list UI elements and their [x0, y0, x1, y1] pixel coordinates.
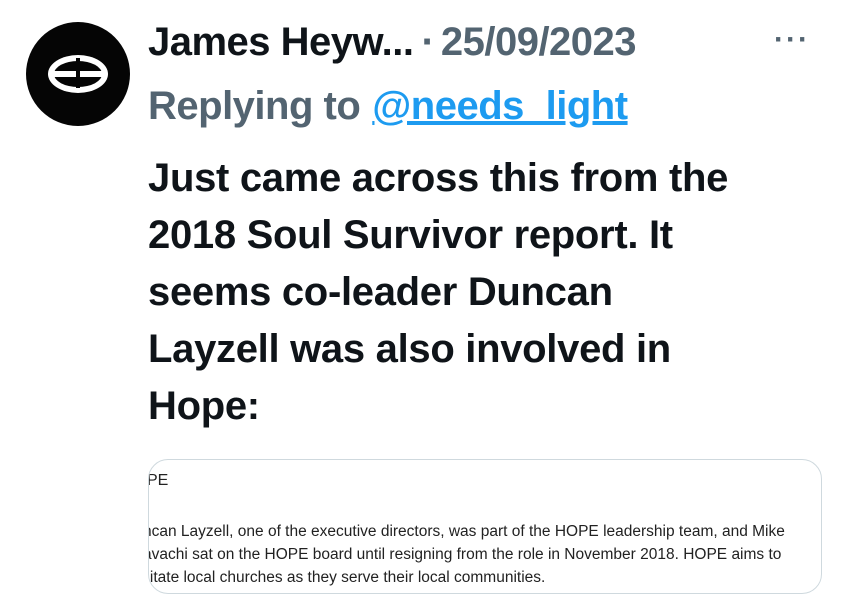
halved-oval-logo-icon	[48, 55, 108, 93]
tweet-text-line: Hope:	[148, 384, 260, 428]
image-body-text: ncan Layzell, one of the executive direc…	[148, 520, 821, 589]
tweet-text-line: Layzell was also involved in	[148, 327, 671, 371]
author-display-name[interactable]: James Heyw...	[148, 20, 414, 65]
image-text-line: ilitate local churches as they serve the…	[148, 569, 546, 586]
image-text-line: ncan Layzell, one of the executive direc…	[148, 523, 785, 540]
tweet-header: James Heyw... · 25/09/2023	[148, 14, 637, 70]
header-separator: ·	[421, 19, 435, 64]
image-text-line: avachi sat on the HOPE board until resig…	[148, 546, 782, 563]
tweet-text-line: seems co-leader Duncan	[148, 270, 613, 314]
reply-handle-link[interactable]: @needs_light	[372, 84, 628, 129]
attached-image[interactable]: PE ncan Layzell, one of the executive di…	[148, 459, 822, 594]
tweet-text-line: Just came across this from the	[148, 156, 729, 200]
tweet-date[interactable]: 25/09/2023	[441, 20, 637, 65]
image-heading-text: PE	[148, 472, 169, 489]
avatar[interactable]	[26, 22, 130, 126]
more-options-button[interactable]: ···	[760, 20, 824, 60]
tweet-text: Just came across this from the 2018 Soul…	[148, 150, 838, 435]
tweet-text-line: 2018 Soul Survivor report. It	[148, 213, 673, 257]
more-options-icon: ···	[774, 23, 810, 56]
reply-prefix: Replying to	[148, 83, 361, 128]
reply-context: Replying to @needs_light	[148, 78, 628, 134]
